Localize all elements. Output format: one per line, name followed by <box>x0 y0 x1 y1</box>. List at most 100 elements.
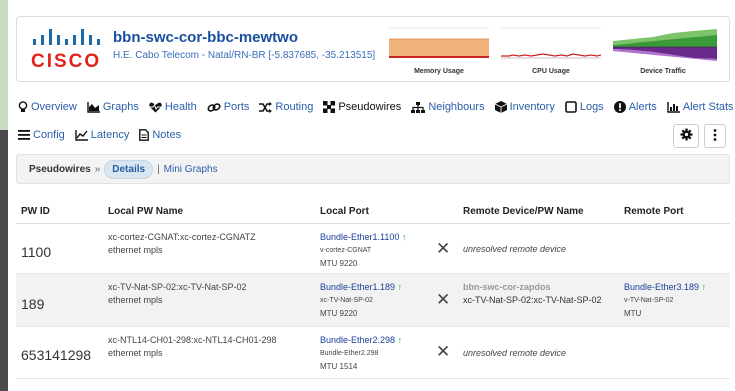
logs-icon <box>565 101 577 113</box>
local-port-cell: Bundle-Ether1.189 ↑ xc-TV-Nat-SP-02 MTU … <box>320 281 402 320</box>
cpu-usage-caption: CPU Usage <box>532 68 570 75</box>
port-up-icon: ↑ <box>401 232 407 242</box>
remote-port-description: v-TV-Nat-SP-02 <box>624 297 674 304</box>
cube-icon <box>494 101 507 113</box>
local-port-mtu: MTU 9220 <box>320 309 358 318</box>
exclamation-icon <box>613 101 626 113</box>
breadcrumb: Pseudowires » Details | Mini Graphs <box>16 154 730 184</box>
pw-name: xc-NTL14-CH01-298:xc-NTL14-CH01-298 <box>108 335 277 345</box>
tab-config[interactable]: Config <box>18 129 65 141</box>
traffic-graph-plot <box>613 29 717 61</box>
pw-name-cell: xc-NTL14-CH01-298:xc-NTL14-CH01-298 ethe… <box>108 334 277 360</box>
remote-device-cell: bbn-swc-cor-zapdos xc-TV-Nat-SP-02:xc-TV… <box>463 281 602 307</box>
settings-button[interactable] <box>673 124 699 148</box>
cisco-logo: CISCO <box>31 27 109 72</box>
device-traffic-caption: Device Traffic <box>640 68 686 75</box>
tab-latency[interactable]: Latency <box>75 129 129 141</box>
remote-port-cell: Bundle-Ether3.189 ↑ v-TV-Nat-SP-02 MTU <box>624 281 706 320</box>
header-local-pw-name: Local PW Name <box>108 206 184 217</box>
tab-routing[interactable]: Routing <box>259 101 313 113</box>
local-port-link[interactable]: Bundle-Ether2.298 <box>320 335 395 345</box>
background-strip <box>0 0 8 391</box>
device-hostname[interactable]: bbn-swc-cor-bbc-mewtwo <box>113 29 298 46</box>
tab-neighbours[interactable]: Neighbours <box>411 101 485 113</box>
sitemap-icon <box>411 101 426 113</box>
port-up-icon: ↑ <box>701 282 707 292</box>
pseudowires-table: PW ID Local PW Name Local Port Remote De… <box>16 196 730 379</box>
tab-alerts[interactable]: Alerts <box>613 101 657 113</box>
device-nav-secondary: Config Latency Notes <box>18 124 191 146</box>
device-nav-primary: Overview Graphs Health Ports Routing Pse <box>18 96 735 118</box>
breadcrumb-details-tab[interactable]: Details <box>104 159 154 179</box>
tab-overview[interactable]: Overview <box>18 101 77 113</box>
local-port-description: v-cortez-CGNAT <box>320 247 372 254</box>
tab-pseudowires[interactable]: Pseudowires <box>323 101 401 113</box>
tab-alert-stats[interactable]: Alert Stats <box>667 101 734 113</box>
local-port-link[interactable]: Bundle-Ether1.189 <box>320 282 395 292</box>
pw-id: 653141298 <box>21 347 92 363</box>
tab-health[interactable]: Health <box>149 101 197 113</box>
close-icon: ✕ <box>436 342 451 361</box>
tab-graphs[interactable]: Graphs <box>87 101 139 113</box>
align-justify-icon <box>18 130 30 140</box>
local-port-mtu: MTU 9220 <box>320 259 358 268</box>
local-port-cell: Bundle-Ether1.1100 ↑ v-cortez-CGNAT MTU … <box>320 231 406 270</box>
bar-chart-icon <box>667 101 680 113</box>
remote-device-cell: unresolved remote device <box>463 347 566 360</box>
gear-icon <box>680 128 693 144</box>
local-port-mtu: MTU 1514 <box>320 362 358 371</box>
pw-type: ethernet mpls <box>108 295 163 305</box>
remote-unresolved-text: unresolved remote device <box>463 244 567 254</box>
table-row: 1100 xc-cortez-CGNAT:xc-cortez-CGNATZ et… <box>16 224 730 274</box>
remote-unresolved-text: unresolved remote device <box>463 348 567 358</box>
device-header: CISCO bbn-swc-cor-bbc-mewtwo H.E. Cabo T… <box>16 16 730 82</box>
cpu-graph-plot <box>501 27 602 59</box>
table-row: 189 xc-TV-Nat-SP-02:xc-TV-Nat-SP-02 ethe… <box>16 274 730 327</box>
pw-name-cell: xc-cortez-CGNAT:xc-cortez-CGNATZ etherne… <box>108 231 256 257</box>
file-icon <box>139 129 150 141</box>
line-chart-icon <box>75 129 88 141</box>
vertical-ellipsis-icon <box>713 128 717 144</box>
close-icon: ✕ <box>436 239 451 258</box>
tab-ports[interactable]: Ports <box>207 101 249 113</box>
lightbulb-icon <box>18 101 28 113</box>
pw-id: 189 <box>21 296 45 312</box>
tab-logs[interactable]: Logs <box>565 101 604 113</box>
close-icon: ✕ <box>436 290 451 309</box>
device-traffic-graph[interactable]: Device Traffic <box>613 25 717 75</box>
remote-port-mtu: MTU <box>624 309 642 318</box>
heartbeat-icon <box>149 102 162 113</box>
cpu-usage-graph[interactable]: CPU Usage <box>501 25 602 75</box>
local-port-cell: Bundle-Ether2.298 ↑ Bundle-Ether2.298 MT… <box>320 334 402 373</box>
memory-usage-graph[interactable]: Memory Usage <box>389 25 489 75</box>
tab-inventory[interactable]: Inventory <box>494 101 555 113</box>
pw-name: xc-cortez-CGNAT:xc-cortez-CGNATZ <box>108 232 256 242</box>
header-remote-device: Remote Device/PW Name <box>463 206 584 217</box>
more-options-button[interactable] <box>704 124 726 148</box>
tab-notes[interactable]: Notes <box>139 129 181 141</box>
memory-usage-caption: Memory Usage <box>414 68 464 75</box>
header-remote-port: Remote Port <box>624 206 684 217</box>
remote-device-link[interactable]: bbn-swc-cor-zapdos <box>463 281 602 294</box>
device-location: H.E. Cabo Telecom - Natal/RN-BR [-5.8376… <box>113 50 376 61</box>
cisco-wordmark: CISCO <box>31 51 102 72</box>
remote-port-link[interactable]: Bundle-Ether3.189 <box>624 282 699 292</box>
breadcrumb-section: Pseudowires <box>29 163 91 175</box>
pw-id: 1100 <box>21 244 52 260</box>
pw-type: ethernet mpls <box>108 348 163 358</box>
header-pw-id: PW ID <box>21 206 50 217</box>
pw-name: xc-TV-Nat-SP-02:xc-TV-Nat-SP-02 <box>108 282 247 292</box>
breadcrumb-separator: » <box>94 163 101 175</box>
link-icon <box>207 102 221 113</box>
memory-graph-plot <box>389 27 489 58</box>
area-chart-icon <box>87 101 100 113</box>
breadcrumb-mini-graphs-link[interactable]: Mini Graphs <box>164 164 218 175</box>
pw-name-cell: xc-TV-Nat-SP-02:xc-TV-Nat-SP-02 ethernet… <box>108 281 247 307</box>
local-port-link[interactable]: Bundle-Ether1.1100 <box>320 232 399 242</box>
page: CISCO bbn-swc-cor-bbc-mewtwo H.E. Cabo T… <box>8 0 735 391</box>
random-icon <box>259 101 273 113</box>
pw-type: ethernet mpls <box>108 245 163 255</box>
table-row: 653141298 xc-NTL14-CH01-298:xc-NTL14-CH0… <box>16 327 730 379</box>
port-up-icon: ↑ <box>397 335 403 345</box>
port-up-icon: ↑ <box>397 282 403 292</box>
